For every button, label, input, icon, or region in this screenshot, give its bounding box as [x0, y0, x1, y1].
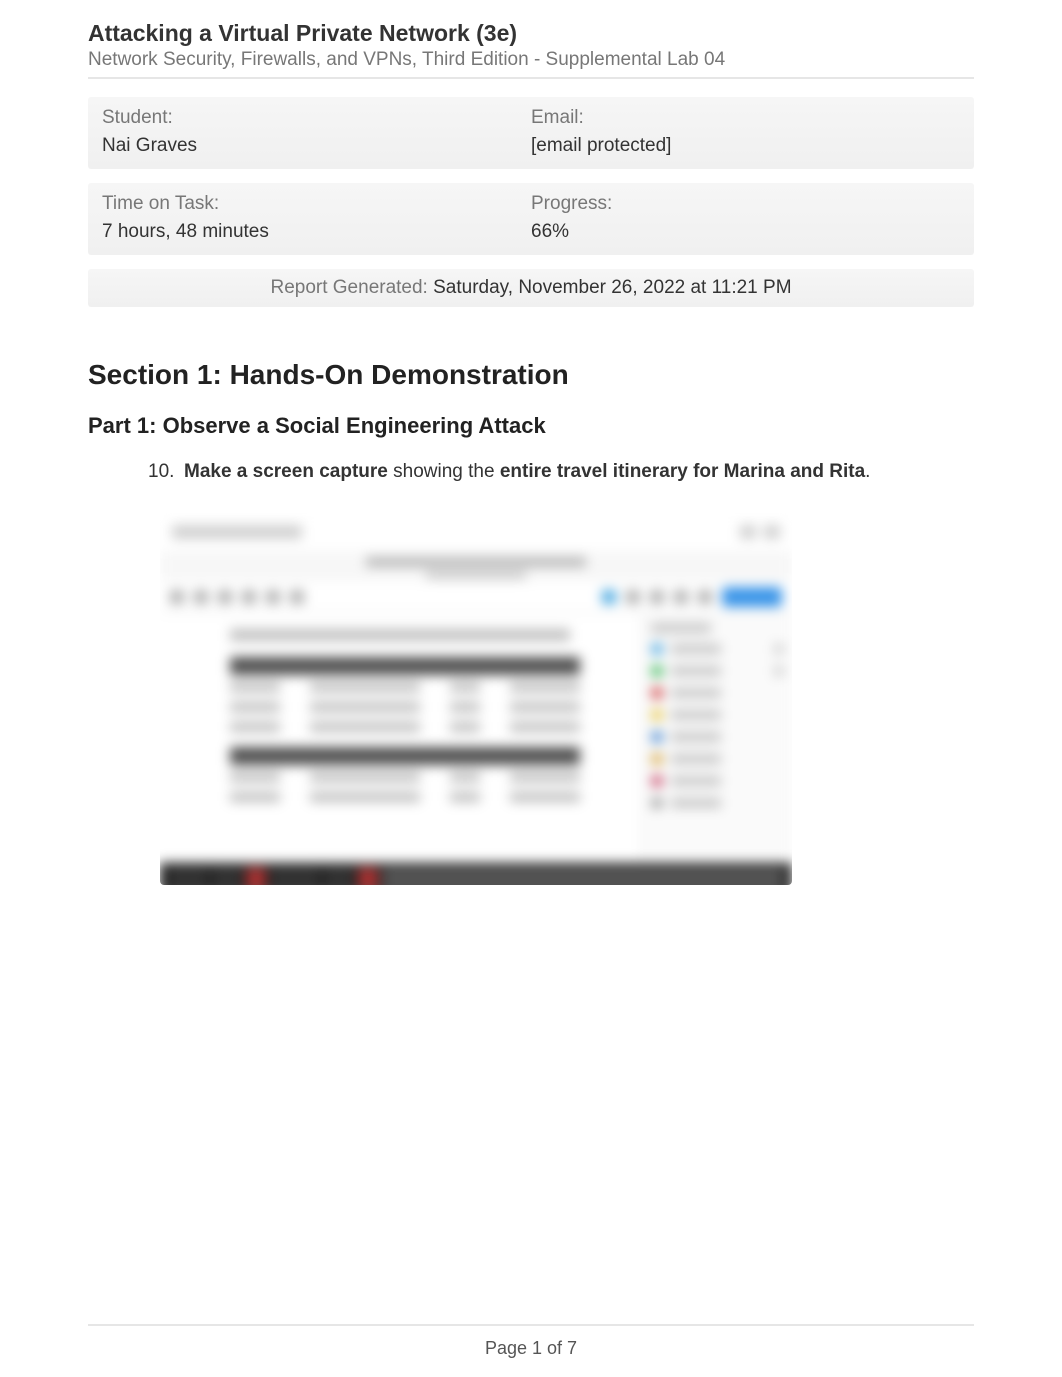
email-label: Email: — [531, 107, 960, 129]
taskbar-item — [212, 868, 242, 885]
taskbar-item — [270, 868, 320, 885]
task-end: . — [865, 461, 870, 482]
sidebar-item — [651, 709, 784, 721]
content-block-1 — [230, 657, 622, 735]
task-text: Make a screen capture showing the entire… — [184, 461, 974, 483]
title-line-2 — [426, 571, 526, 579]
toolbar-icon — [698, 590, 712, 604]
color-dot-icon — [651, 731, 663, 743]
color-dot-icon — [651, 709, 663, 721]
block-header — [230, 657, 580, 675]
content-block-2 — [230, 747, 622, 805]
progress-label: Progress: — [531, 193, 960, 215]
blurred-app-window — [160, 513, 792, 885]
part-heading: Part 1: Observe a Social Engineering Att… — [88, 413, 974, 439]
section-heading: Section 1: Hands-On Demonstration — [88, 359, 974, 391]
header-divider — [88, 77, 974, 79]
taskbar-item — [168, 868, 208, 885]
minimize-icon — [740, 525, 756, 539]
app-toolbar — [160, 581, 792, 613]
task-bold-1: Make a screen capture — [184, 461, 388, 482]
email-value: [email protected] — [531, 135, 960, 157]
student-value: Nai Graves — [102, 135, 531, 157]
footer-divider — [88, 1324, 974, 1326]
sidebar-item — [651, 753, 784, 765]
report-generated: Report Generated: Saturday, November 26,… — [88, 269, 974, 307]
toolbar-icon — [242, 590, 256, 604]
app-body — [160, 613, 792, 863]
taskbar-item — [358, 868, 378, 885]
task-number: 10. — [148, 461, 184, 483]
time-label: Time on Task: — [102, 193, 531, 215]
toolbar-icon — [170, 590, 184, 604]
app-taskbar — [160, 863, 792, 885]
footer: Page 1 of 7 — [88, 1324, 974, 1377]
doc-title: Attacking a Virtual Private Network (3e) — [88, 20, 974, 47]
task-list: 10. Make a screen capture showing the en… — [88, 461, 974, 483]
taskbar-item — [246, 868, 266, 885]
sidebar-title — [651, 623, 711, 633]
app-main — [160, 613, 642, 863]
color-dot-icon — [651, 643, 663, 655]
sidebar-item — [651, 643, 784, 655]
app-sidebar — [642, 613, 792, 863]
block-header — [230, 747, 580, 765]
taskbar-item — [324, 868, 354, 885]
progress-value: 66% — [531, 221, 960, 243]
toolbar-icon — [650, 590, 664, 604]
sidebar-item — [651, 665, 784, 677]
toolbar-primary-button — [722, 587, 782, 607]
task-mid: showing the — [388, 461, 500, 482]
taskbar-item — [382, 868, 784, 885]
task-item-10: 10. Make a screen capture showing the en… — [148, 461, 974, 483]
toolbar-icon — [674, 590, 688, 604]
app-header — [160, 513, 792, 551]
screenshot-placeholder — [160, 513, 792, 885]
toolbar-icon — [194, 590, 208, 604]
maximize-icon — [764, 525, 780, 539]
app-search — [172, 525, 302, 539]
toolbar-icon — [266, 590, 280, 604]
content-heading — [230, 629, 570, 641]
color-dot-icon — [651, 665, 663, 677]
toolbar-icon — [290, 590, 304, 604]
info-block-1: Student: Nai Graves Email: [email protec… — [88, 97, 974, 169]
color-dot-icon — [651, 753, 663, 765]
task-bold-2: entire travel itinerary for Marina and R… — [500, 461, 865, 482]
doc-subtitle: Network Security, Firewalls, and VPNs, T… — [88, 49, 974, 71]
sidebar-item — [651, 687, 784, 699]
sidebar-item — [651, 731, 784, 743]
title-line-1 — [366, 557, 586, 567]
page-number: Page 1 of 7 — [88, 1338, 974, 1377]
time-value: 7 hours, 48 minutes — [102, 221, 531, 243]
sidebar-item — [651, 775, 784, 787]
sidebar-item — [651, 797, 784, 809]
app-titlebar — [160, 551, 792, 581]
report-label: Report Generated: — [270, 277, 433, 298]
info-block-2: Time on Task: 7 hours, 48 minutes Progre… — [88, 183, 974, 255]
toolbar-icon — [602, 590, 616, 604]
color-dot-icon — [651, 775, 663, 787]
toolbar-icon — [218, 590, 232, 604]
student-label: Student: — [102, 107, 531, 129]
color-dot-icon — [651, 797, 663, 809]
color-dot-icon — [651, 687, 663, 699]
toolbar-icon — [626, 590, 640, 604]
report-value: Saturday, November 26, 2022 at 11:21 PM — [433, 277, 791, 298]
